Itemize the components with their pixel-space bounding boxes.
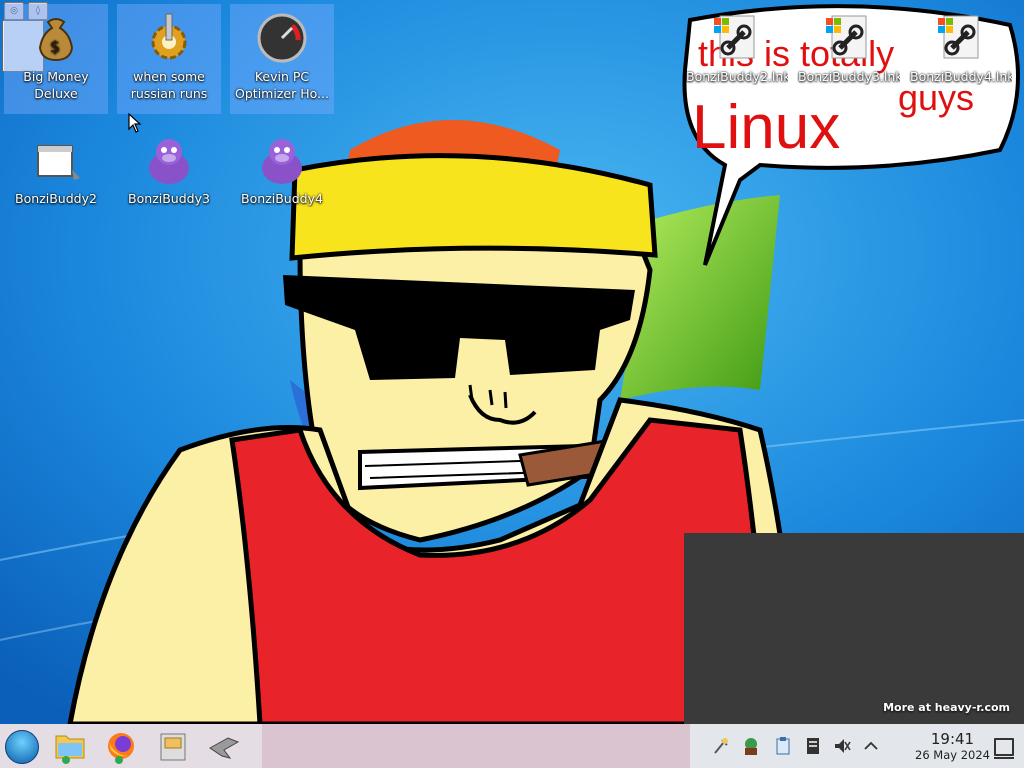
file-manager-icon[interactable] xyxy=(50,728,90,764)
taskbar: 19:41 26 May 2024 xyxy=(0,724,1024,768)
shortcut-icon xyxy=(938,15,979,59)
desktop-icon-bonzibuddy2-lnk[interactable]: BonziBuddy2.lnk xyxy=(684,4,788,112)
desktop-icon-label: BonziBuddy3.lnk xyxy=(798,69,900,84)
desktop-icon-big-money-deluxe[interactable]: $ Big Money Deluxe xyxy=(4,4,108,114)
tray-expand-icon[interactable] xyxy=(862,736,880,756)
show-desktop-icon[interactable] xyxy=(994,738,1014,759)
video-overlay[interactable]: More at heavy-r.com xyxy=(684,533,1024,724)
desktop-icon-bonzibuddy2[interactable]: BonziBuddy2 xyxy=(4,126,108,236)
window-icon xyxy=(37,145,80,180)
start-menu-icon[interactable] xyxy=(5,730,39,764)
desktop-icon-bonzibuddy4-lnk[interactable]: BonziBuddy4.lnk xyxy=(908,4,1012,112)
desktop-icon-label: when some russian runs a... xyxy=(130,69,208,104)
bonzi-tray-icon[interactable] xyxy=(742,736,760,756)
shortcut-icon xyxy=(826,15,867,59)
gear-icon xyxy=(151,13,187,60)
desktop-icon-label: Kevin PC Optimizer Ho... xyxy=(235,69,329,101)
volume-muted-icon[interactable] xyxy=(833,736,851,756)
firefox-icon[interactable] xyxy=(101,728,141,764)
bonzi-gorilla-icon xyxy=(262,139,302,184)
desktop-icon-label: BonziBuddy4 xyxy=(241,191,323,206)
desktop-icon-bonzibuddy4[interactable]: BonziBuddy4 xyxy=(230,126,334,236)
speedometer-icon xyxy=(257,13,307,63)
wine-app-icon[interactable] xyxy=(204,728,244,764)
taskbar-clock[interactable]: 19:41 26 May 2024 xyxy=(915,730,990,763)
mouse-cursor-icon xyxy=(128,113,142,133)
video-watermark: More at heavy-r.com xyxy=(883,701,1010,714)
desktop-icon-label: BonziBuddy2 xyxy=(15,191,97,206)
shortcut-icon xyxy=(714,15,755,59)
desktop-icon-bonzibuddy3[interactable]: BonziBuddy3 xyxy=(117,126,221,236)
desktop-icon-russian[interactable]: when some russian runs a... xyxy=(117,4,221,114)
desktop-icon-kevin-pc-optimizer[interactable]: Kevin PC Optimizer Ho... xyxy=(230,4,334,114)
desktop-icon-bonzibuddy3-lnk[interactable]: BonziBuddy3.lnk xyxy=(796,4,900,112)
svg-text:$: $ xyxy=(50,37,60,56)
clock-time: 19:41 xyxy=(930,730,975,748)
bonzi-gorilla-icon xyxy=(149,139,189,184)
money-bag-icon: $ xyxy=(38,18,74,62)
clock-date: 26 May 2024 xyxy=(915,748,990,762)
desktop-icon-label: Big Money Deluxe xyxy=(23,69,89,101)
desktop-icon-label: BonziBuddy4.lnk xyxy=(910,69,1012,84)
clipboard-icon[interactable] xyxy=(774,736,792,756)
settings-icon[interactable] xyxy=(712,736,730,756)
desktop-icon-label: BonziBuddy3 xyxy=(128,191,210,206)
archive-icon[interactable] xyxy=(153,728,193,764)
desktop-icon-label: BonziBuddy2.lnk xyxy=(686,69,788,84)
storage-icon[interactable] xyxy=(804,736,822,756)
